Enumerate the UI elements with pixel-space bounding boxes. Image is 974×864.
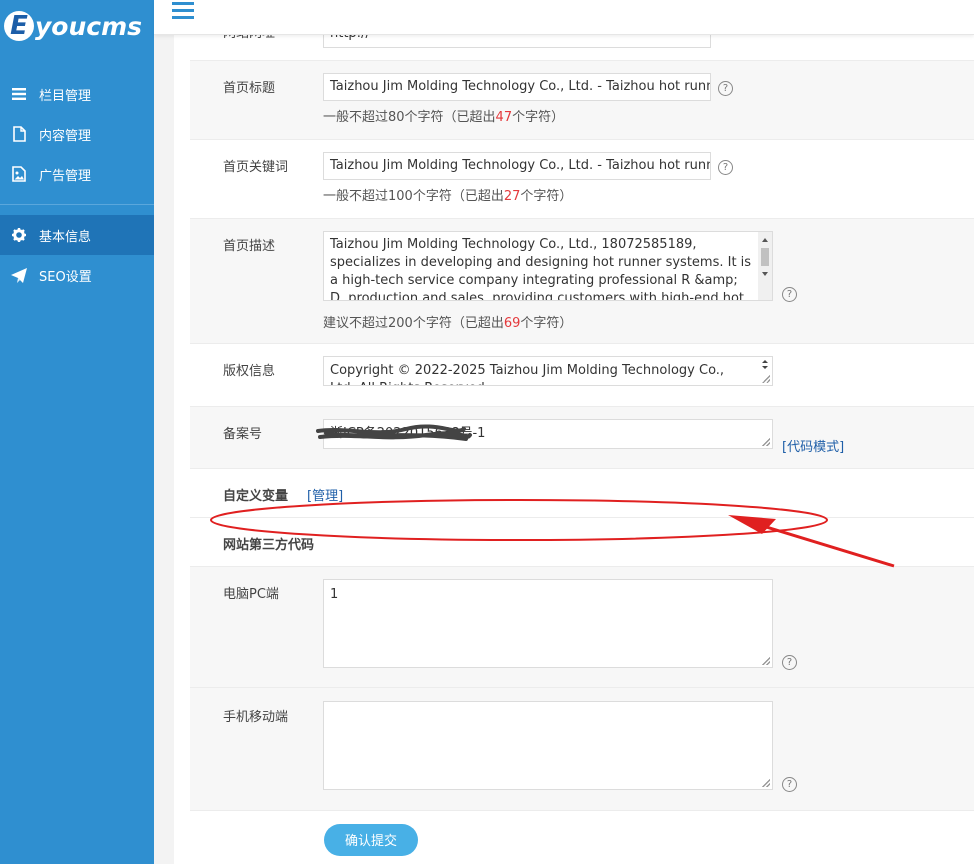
home-keywords-input[interactable]: Taizhou Jim Molding Technology Co., Ltd.… (323, 152, 711, 180)
logo-mark: E (4, 11, 34, 41)
sidebar-item-label: SEO设置 (39, 269, 92, 285)
pc-code-label: 电脑PC端 (223, 587, 279, 602)
help-icon[interactable]: ? (718, 81, 733, 96)
help-icon[interactable]: ? (782, 655, 797, 670)
form-row-icp: 备案号 浙ICP备2022015638号-1 [代码模式] (190, 407, 974, 469)
resize-handle[interactable] (762, 779, 770, 787)
home-description-textarea[interactable]: Taizhou Jim Molding Technology Co., Ltd.… (323, 231, 773, 301)
form-row-pc-code: 电脑PC端 1 ? (190, 567, 974, 688)
home-description-hint: 建议不超过200个字符（已超出69个字符） (323, 312, 572, 331)
third-party-title: 网站第三方代码 (223, 538, 315, 553)
submit-button[interactable]: 确认提交 (324, 824, 418, 856)
textarea-scrollbar[interactable] (758, 232, 772, 300)
hint-count: 69 (503, 316, 521, 331)
mobile-code-textarea[interactable] (323, 701, 773, 790)
sidebar-item-label: 基本信息 (39, 229, 92, 245)
hint-count: 27 (503, 189, 521, 204)
sidebar-item-columns[interactable]: 栏目管理 (0, 74, 154, 114)
sidebar-item-basic-info[interactable]: 基本信息 (0, 215, 154, 255)
form-row-third-party-title: 网站第三方代码 (190, 518, 974, 567)
sidebar-item-label: 内容管理 (39, 128, 92, 144)
hint-text: 个字符） (520, 189, 573, 204)
paper-plane-icon (10, 267, 28, 283)
logo[interactable]: E youcms (4, 8, 142, 44)
form-row-home-keywords: 首页关键词 Taizhou Jim Molding Technology Co.… (190, 140, 974, 219)
icp-label: 备案号 (223, 427, 263, 442)
home-description-text: Taizhou Jim Molding Technology Co., Ltd.… (330, 237, 752, 301)
list-icon (10, 88, 28, 100)
help-icon[interactable]: ? (718, 160, 733, 175)
sidebar: E youcms 栏目管理 内容管理 广告管理 基本信息 SEO设置 (0, 0, 154, 864)
pc-code-textarea[interactable]: 1 (323, 579, 773, 668)
form-row-mobile-code: 手机移动端 ? (190, 688, 974, 811)
hint-text: 建议不超过200个字符（已超出 (323, 316, 504, 331)
home-keywords-hint: 一般不超过100个字符（已超出27个字符） (323, 185, 572, 204)
sidebar-item-seo[interactable]: SEO设置 (0, 255, 154, 295)
settings-form: 网站网址 http:// 首页标题 Taizhou Jim Molding Te… (174, 0, 974, 864)
hint-text: 一般不超过80个字符（已超出 (323, 110, 496, 125)
help-icon[interactable]: ? (782, 287, 797, 302)
redaction-scribble (316, 424, 472, 441)
hint-count: 47 (495, 110, 513, 125)
logo-text: youcms (35, 11, 143, 41)
home-title-label: 首页标题 (223, 81, 276, 96)
pc-code-text: 1 (330, 587, 339, 602)
form-row-custom-vars: 自定义变量 [管理] (190, 469, 974, 518)
form-row-home-description: 首页描述 Taizhou Jim Molding Technology Co.,… (190, 219, 974, 344)
sidebar-divider (0, 204, 154, 205)
sidebar-item-ads[interactable]: 广告管理 (0, 154, 154, 194)
sidebar-item-label: 栏目管理 (39, 88, 92, 104)
home-title-hint: 一般不超过80个字符（已超出47个字符） (323, 106, 564, 125)
code-mode-link[interactable]: [代码模式] (782, 436, 844, 455)
sidebar-item-label: 广告管理 (39, 168, 92, 184)
sidebar-item-content[interactable]: 内容管理 (0, 114, 154, 154)
home-title-input[interactable]: Taizhou Jim Molding Technology Co., Ltd.… (323, 73, 711, 101)
custom-vars-title: 自定义变量 (223, 489, 289, 504)
copyright-text: Copyright © 2022-2025 Taizhou Jim Moldin… (330, 363, 725, 385)
home-keywords-label: 首页关键词 (223, 160, 289, 175)
mobile-code-label: 手机移动端 (223, 710, 289, 725)
gear-icon (10, 228, 28, 242)
hint-text: 一般不超过100个字符（已超出 (323, 189, 504, 204)
form-row-copyright: 版权信息 Copyright © 2022-2025 Taizhou Jim M… (190, 344, 974, 407)
top-bar (154, 0, 974, 35)
help-icon[interactable]: ? (782, 777, 797, 792)
resize-handle[interactable] (762, 657, 770, 665)
copyright-label: 版权信息 (223, 364, 276, 379)
home-description-label: 首页描述 (223, 239, 276, 254)
menu-toggle-icon[interactable] (172, 2, 194, 20)
document-icon (10, 126, 28, 142)
image-icon (10, 166, 28, 182)
form-row-home-title: 首页标题 Taizhou Jim Molding Technology Co.,… (190, 61, 974, 140)
content-gutter (154, 0, 174, 864)
custom-vars-manage-link[interactable]: [管理] (307, 485, 343, 504)
copyright-textarea[interactable]: Copyright © 2022-2025 Taizhou Jim Moldin… (323, 356, 773, 386)
resize-handle[interactable] (762, 375, 770, 383)
hint-text: 个字符） (512, 110, 565, 125)
hint-text: 个字符） (520, 316, 573, 331)
resize-handle[interactable] (762, 438, 770, 446)
